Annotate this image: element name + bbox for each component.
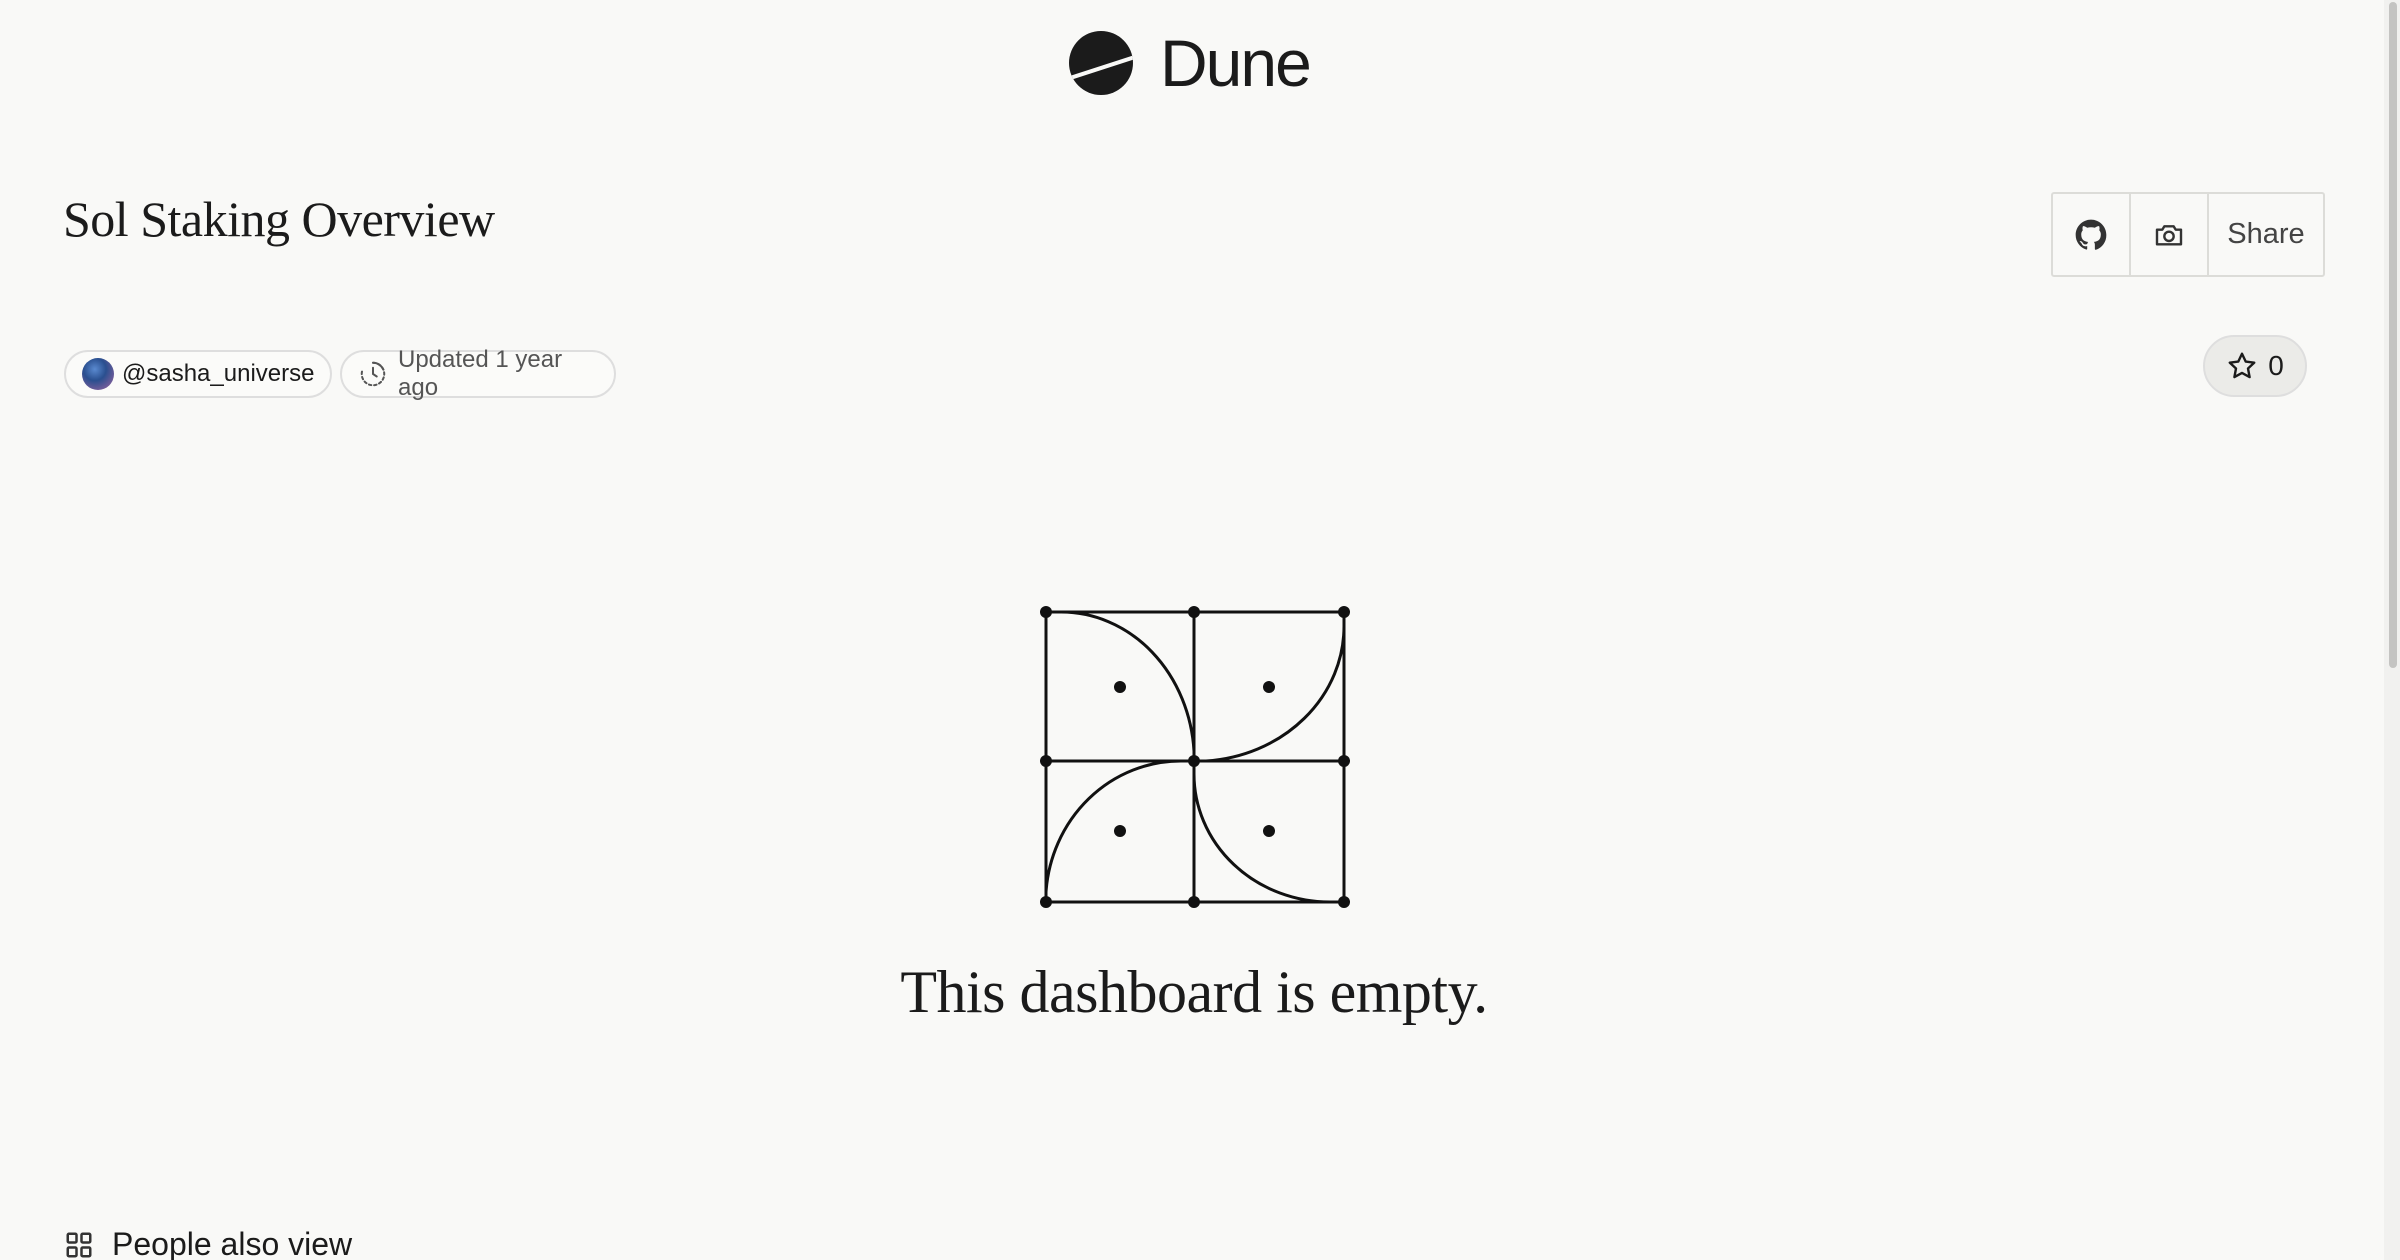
github-button[interactable] <box>2053 194 2129 275</box>
grid-icon <box>66 1232 92 1257</box>
dune-logo-icon <box>1069 31 1133 95</box>
star-button[interactable]: 0 <box>2203 335 2307 397</box>
history-clock-icon <box>360 361 386 387</box>
empty-dashboard-illustration <box>1040 606 1350 908</box>
author-pill[interactable]: @sasha_universe <box>64 350 332 398</box>
screenshot-button[interactable] <box>2129 194 2207 275</box>
github-icon <box>2075 219 2107 250</box>
star-count: 0 <box>2268 350 2284 381</box>
people-also-view-label: People also view <box>112 1226 353 1260</box>
dune-logo[interactable]: Dune <box>1068 26 1312 100</box>
dashboard-toolbar: Share <box>2051 192 2325 277</box>
page-scrollbar[interactable] <box>2384 0 2400 1260</box>
page: Dune Sol Staking Overview Share @sasha_u… <box>0 0 2400 1260</box>
dashboard-title: Sol Staking Overview <box>63 191 495 247</box>
share-button[interactable]: Share <box>2207 194 2323 275</box>
empty-state-message: This dashboard is empty. <box>900 959 1488 1025</box>
scrollbar-thumb[interactable] <box>2389 2 2397 668</box>
updated-pill: Updated 1 year ago <box>340 346 616 401</box>
author-name: @sasha_universe <box>122 360 315 387</box>
brand-name: Dune <box>1160 26 1312 100</box>
avatar <box>82 358 114 390</box>
star-icon <box>2228 352 2256 379</box>
updated-text: Updated 1 year ago <box>398 346 563 401</box>
people-also-view-heading: People also view <box>64 1226 352 1260</box>
camera-icon <box>2155 224 2183 246</box>
